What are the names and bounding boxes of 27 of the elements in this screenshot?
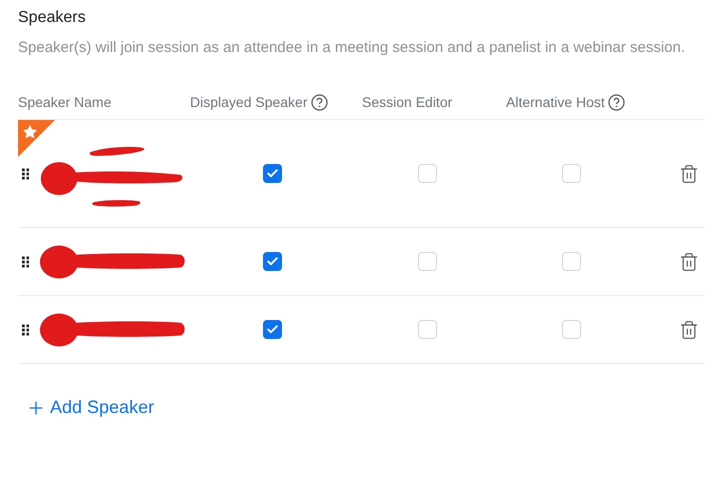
check-icon <box>266 167 279 180</box>
add-speaker-button[interactable]: Add Speaker <box>26 394 154 421</box>
checkbox[interactable] <box>562 164 581 183</box>
delete-icon[interactable] <box>679 252 699 272</box>
checkbox[interactable] <box>418 320 437 339</box>
drag-handle-icon[interactable] <box>22 324 30 336</box>
column-header: Session Editor <box>362 93 452 112</box>
drag-handle-icon[interactable] <box>22 256 30 268</box>
checkbox[interactable] <box>263 320 282 339</box>
help-icon[interactable] <box>310 94 328 111</box>
checkbox[interactable] <box>562 252 581 271</box>
section-title: Speakers <box>18 8 87 28</box>
checkbox[interactable] <box>418 252 437 271</box>
checkbox[interactable] <box>562 320 581 339</box>
delete-icon[interactable] <box>679 320 699 340</box>
section-description: Speaker(s) will join session as an attendee in a meeting session and a panelist in a webinar session. <box>18 38 686 58</box>
column-header: Speaker Name <box>18 93 112 112</box>
column-header: Alternative Host <box>506 93 605 112</box>
checkbox[interactable] <box>418 164 437 183</box>
checkbox[interactable] <box>263 252 282 271</box>
check-icon <box>266 323 279 336</box>
help-icon[interactable] <box>608 94 625 111</box>
delete-icon[interactable] <box>679 164 699 184</box>
column-header: Displayed Speaker <box>190 93 308 112</box>
checkbox[interactable] <box>263 164 282 183</box>
check-icon <box>266 255 279 268</box>
drag-handle-icon[interactable] <box>22 168 30 180</box>
